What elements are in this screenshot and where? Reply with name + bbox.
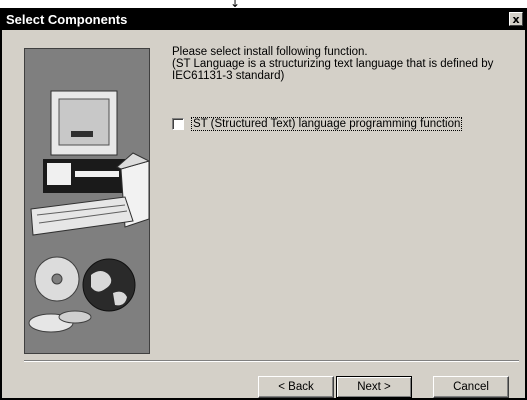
st-function-checkbox[interactable] — [172, 118, 184, 130]
next-button[interactable]: Next > — [336, 376, 412, 398]
st-function-option[interactable]: ST (Structured Text) language programmin… — [172, 116, 463, 132]
close-icon: x — [512, 13, 520, 26]
description-line-3: IEC61131-3 standard) — [172, 70, 285, 82]
description-text: Please select install following function… — [172, 46, 517, 82]
cancel-button[interactable]: Cancel — [433, 376, 509, 398]
cancel-button-label: Cancel — [453, 381, 489, 393]
next-button-label: Next > — [357, 381, 391, 393]
computer-cd-globe-icon — [28, 90, 149, 333]
setup-illustration — [24, 48, 150, 354]
st-function-label[interactable]: ST (Structured Text) language programmin… — [190, 117, 463, 131]
dialog-title: Select Components — [6, 12, 128, 27]
description-line-1: Please select install following function… — [172, 46, 368, 58]
select-components-dialog: Select Components x Please select instal… — [0, 8, 527, 400]
description-line-2: (ST Language is a structurizing text lan… — [172, 58, 494, 70]
back-button[interactable]: < Back — [258, 376, 334, 398]
back-button-label: < Back — [278, 381, 314, 393]
title-bar[interactable]: Select Components x — [2, 10, 525, 30]
separator — [24, 360, 519, 362]
close-button[interactable]: x — [509, 12, 523, 26]
